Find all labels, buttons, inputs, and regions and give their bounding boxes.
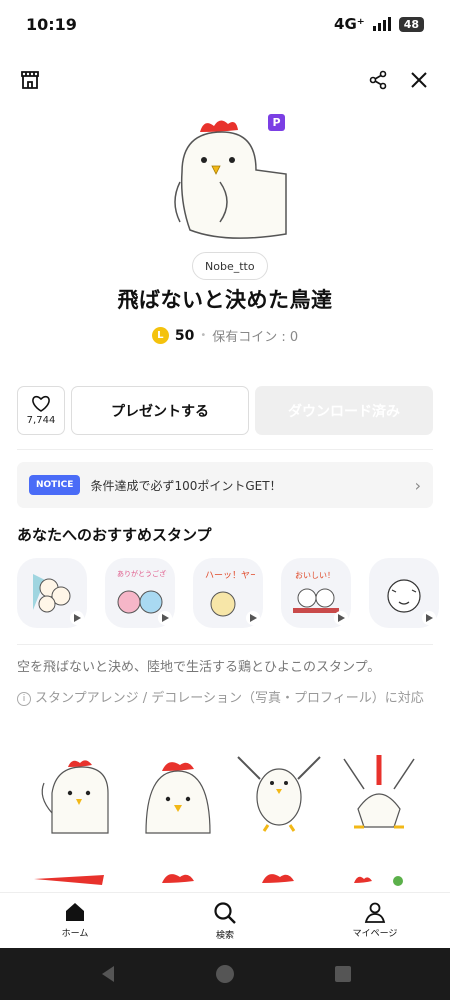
main-sticker-image <box>174 120 287 239</box>
status-bar: 10:19 4G⁺ 48 <box>0 0 450 48</box>
divider <box>17 644 433 645</box>
top-bar <box>0 62 450 98</box>
coin-icon: L <box>151 327 169 344</box>
person-icon <box>364 902 386 923</box>
recommend-caption: ハーッ！ヤー <box>205 570 255 581</box>
recents-icon[interactable] <box>333 964 353 984</box>
signal-icon <box>372 17 391 31</box>
arrange-note: i スタンプアレンジ / デコレーション（写真・プロフィール）に対応 <box>17 690 437 708</box>
nav-mypage-label: マイページ <box>352 929 398 939</box>
chevron-right-icon: › <box>414 475 421 495</box>
divider <box>17 449 433 450</box>
gift-button[interactable]: プレゼントする <box>71 386 249 435</box>
recommend-thumbnail: ハーッ！ヤー <box>205 570 255 617</box>
play-icon <box>70 611 84 625</box>
sticker-item[interactable] <box>234 865 324 892</box>
bottom-nav: ホーム 検索 マイページ <box>0 892 450 948</box>
sticker-item[interactable] <box>334 865 424 892</box>
recommend-list: ありがとうございまーす ハーッ！ヤー おいしい！ <box>17 558 450 628</box>
sticker-item[interactable] <box>234 749 324 839</box>
sticker-grid <box>22 745 432 892</box>
play-icon <box>334 611 348 625</box>
status-time: 10:19 <box>26 14 77 34</box>
recommend-caption: おいしい！ <box>295 571 335 580</box>
separator-dot: • <box>200 330 207 341</box>
sticker-item[interactable] <box>30 753 120 843</box>
close-icon[interactable] <box>403 64 435 96</box>
notice-bar[interactable]: NOTICE 条件達成で必ず100ポイントGET！ › <box>17 462 433 508</box>
recommend-thumbnail <box>387 579 421 613</box>
arrange-note-text: スタンプアレンジ / デコレーション（写真・プロフィール）に対応 <box>35 691 424 706</box>
like-button[interactable]: 7,744 <box>17 386 65 435</box>
battery-icon: 48 <box>398 16 424 32</box>
sticker-item[interactable] <box>30 865 120 892</box>
play-icon <box>422 611 436 625</box>
premium-badge: P <box>268 114 285 131</box>
share-icon[interactable] <box>362 64 394 96</box>
recommend-caption: ありがとうございまーす <box>117 569 167 578</box>
recommend-thumbnail: おいしい！ <box>293 571 339 613</box>
play-icon <box>246 611 260 625</box>
owned-coins: 保有コイン : 0 <box>212 330 299 345</box>
nav-search-label: 検索 <box>215 931 234 941</box>
search-icon <box>214 902 236 924</box>
sticker-item[interactable] <box>334 749 424 839</box>
network-indicator: 4G⁺ <box>334 15 365 33</box>
recommend-item[interactable]: おいしい！ <box>281 558 351 628</box>
home-circle-icon[interactable] <box>215 964 235 984</box>
back-icon[interactable] <box>98 964 118 984</box>
nav-mypage[interactable]: マイページ <box>330 901 420 939</box>
recommend-item[interactable] <box>369 558 439 628</box>
author-chip[interactable]: Nobe_tto <box>192 252 268 280</box>
sticker-item[interactable] <box>132 865 222 892</box>
nav-home[interactable]: ホーム <box>30 901 120 939</box>
download-button[interactable]: ダウンロード済み <box>255 386 433 435</box>
pack-description: 空を飛ばないと決め、陸地で生活する鶏とひよこのスタンプ。 <box>17 660 381 675</box>
recommend-item[interactable]: ハーッ！ヤー <box>193 558 263 628</box>
home-icon <box>66 903 84 921</box>
system-nav <box>0 948 450 1000</box>
info-icon: i <box>17 692 31 706</box>
status-indicators: 4G⁺ 48 <box>334 15 424 33</box>
recommend-thumbnail: ありがとうございまーす <box>117 569 167 614</box>
notice-badge: NOTICE <box>29 475 81 495</box>
price-value: 50 <box>174 327 195 344</box>
shop-icon[interactable] <box>14 64 46 96</box>
notice-text: 条件達成で必ず100ポイントGET！ <box>90 478 282 493</box>
action-row: 7,744 プレゼントする ダウンロード済み <box>17 386 433 435</box>
pack-title: 飛ばないと決めた鳥達 <box>117 288 333 312</box>
play-icon <box>158 611 172 625</box>
heart-icon <box>32 395 50 412</box>
recommend-thumbnail <box>33 574 71 613</box>
recommend-title: あなたへのおすすめスタンプ <box>17 526 212 544</box>
sticker-item[interactable] <box>132 753 222 843</box>
nav-search[interactable]: 検索 <box>180 901 270 941</box>
like-count: 7,744 <box>26 415 56 426</box>
price-row: L 50 • 保有コイン : 0 <box>0 326 450 345</box>
recommend-item[interactable] <box>17 558 87 628</box>
recommend-item[interactable]: ありがとうございまーす <box>105 558 175 628</box>
nav-home-label: ホーム <box>61 929 89 939</box>
